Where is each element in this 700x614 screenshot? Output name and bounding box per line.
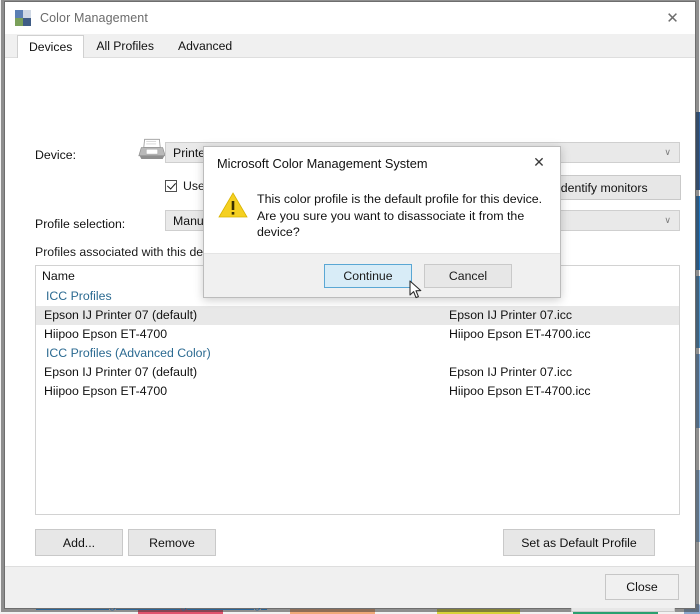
- checkbox-box[interactable]: [165, 180, 177, 192]
- profile-file: Hiipoo Epson ET-4700.icc: [449, 327, 591, 341]
- dialog-message: This color profile is the default profil…: [257, 192, 543, 239]
- profile-name: ICC Profiles (Advanced Color): [46, 346, 211, 360]
- close-button[interactable]: Close: [605, 574, 679, 600]
- list-item[interactable]: Epson IJ Printer 07 (default) Epson IJ P…: [36, 363, 679, 382]
- list-item[interactable]: ICC Profiles (Advanced Color): [36, 344, 679, 363]
- chevron-down-icon-2: ∨: [664, 215, 671, 225]
- warning-triangle-icon: [218, 192, 248, 218]
- tab-advanced[interactable]: Advanced: [166, 34, 244, 57]
- printer-icon: [138, 138, 166, 160]
- list-item[interactable]: Epson IJ Printer 07 (default) Epson IJ P…: [36, 306, 679, 325]
- profile-name: Hiipoo Epson ET-4700: [44, 384, 168, 398]
- profile-file: Epson IJ Printer 07.icc: [449, 308, 573, 322]
- tab-bar: Devices All Profiles Advanced: [5, 34, 695, 58]
- profile-name: Epson IJ Printer 07 (default): [44, 365, 198, 379]
- window-close-icon[interactable]: ✕: [650, 2, 695, 33]
- chevron-down-icon: ∨: [664, 147, 671, 157]
- profiles-listbox[interactable]: Name ICC Profiles Epson IJ Printer 07 (d…: [35, 265, 680, 515]
- profiles-caption: Profiles associated with this device:: [35, 245, 229, 259]
- device-label: Device:: [35, 148, 77, 162]
- window-title: Color Management: [40, 11, 148, 25]
- profile-name: Hiipoo Epson ET-4700: [44, 327, 168, 341]
- list-item[interactable]: Hiipoo Epson ET-4700 Hiipoo Epson ET-470…: [36, 325, 679, 344]
- profile-selection-label: Profile selection:: [35, 217, 126, 231]
- dialog-title: Microsoft Color Management System: [217, 156, 428, 171]
- tab-all-profiles[interactable]: All Profiles: [84, 34, 166, 57]
- devices-panel: Device: Printer: ET-4700 Series(Network)…: [5, 58, 695, 612]
- color-management-icon: [15, 10, 31, 26]
- dialog-close-icon[interactable]: ✕: [518, 147, 560, 177]
- continue-button[interactable]: Continue: [324, 264, 412, 288]
- window-titlebar: Color Management ✕: [5, 2, 695, 34]
- list-item[interactable]: Hiipoo Epson ET-4700 Hiipoo Epson ET-470…: [36, 382, 679, 401]
- dialog-button-bar: Continue Cancel: [204, 253, 560, 297]
- add-button[interactable]: Add...: [35, 529, 123, 556]
- remove-button[interactable]: Remove: [128, 529, 216, 556]
- window-footer: Close: [5, 566, 695, 608]
- profile-file: Epson IJ Printer 07.icc: [449, 365, 573, 379]
- confirmation-dialog: Microsoft Color Management System ✕ This…: [203, 146, 561, 298]
- profile-name: Epson IJ Printer 07 (default): [44, 308, 198, 322]
- profile-file: [449, 344, 679, 363]
- cancel-button[interactable]: Cancel: [424, 264, 512, 288]
- tab-devices[interactable]: Devices: [17, 35, 85, 58]
- color-management-window: Color Management ✕ Devices All Profiles …: [4, 1, 696, 612]
- profile-file: Hiipoo Epson ET-4700.icc: [449, 384, 591, 398]
- set-as-default-profile-button[interactable]: Set as Default Profile: [503, 529, 655, 556]
